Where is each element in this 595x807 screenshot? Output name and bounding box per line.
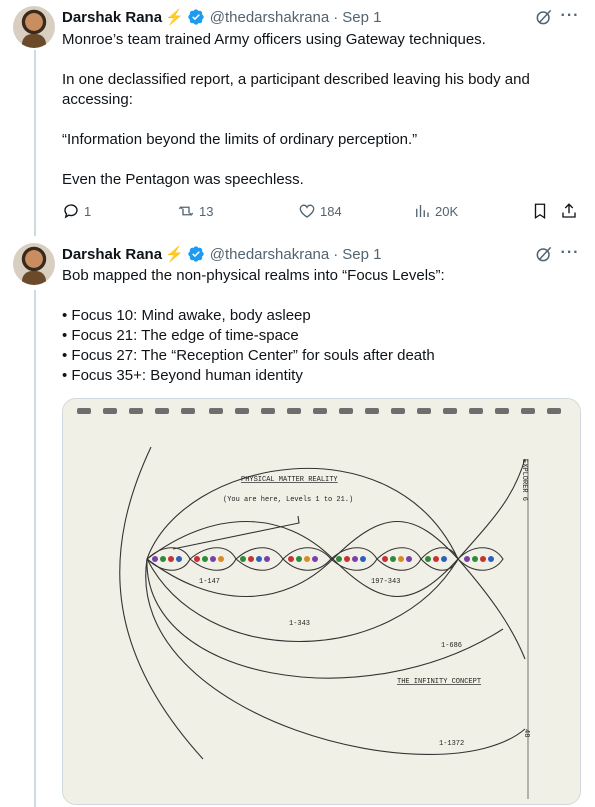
author-name[interactable]: Darshak Rana bbox=[62, 246, 162, 263]
repost-count: 13 bbox=[199, 203, 214, 219]
repost-button[interactable]: 13 bbox=[177, 201, 213, 221]
label-1-686: 1-686 bbox=[441, 642, 462, 650]
views-button[interactable]: 20K bbox=[413, 201, 458, 221]
share-button[interactable] bbox=[560, 201, 578, 221]
more-icon[interactable]: ··· bbox=[560, 243, 580, 263]
author-handle[interactable]: @thedarshakrana bbox=[210, 9, 329, 26]
page-number: 48 bbox=[522, 729, 530, 737]
focus-level-item: • Focus 21: The edge of time-space bbox=[62, 327, 299, 344]
tweet-date[interactable]: Sep 1 bbox=[342, 246, 381, 263]
infinity-concept-label: THE INFINITY CONCEPT bbox=[397, 678, 481, 686]
author-handle[interactable]: @thedarshakrana bbox=[210, 246, 329, 263]
label-197-343: 197-343 bbox=[371, 578, 400, 586]
tweet-paragraph: “Information beyond the limits of ordina… bbox=[62, 131, 418, 148]
infinity-concept-diagram: PHYSICAL MATTER REALITY (You are here, L… bbox=[63, 399, 580, 804]
tweet-date[interactable]: Sep 1 bbox=[342, 9, 381, 26]
focus-level-item: • Focus 10: Mind awake, body asleep bbox=[62, 307, 311, 324]
grok-icon[interactable] bbox=[534, 244, 554, 264]
bookmark-button[interactable] bbox=[531, 201, 549, 221]
views-count: 20K bbox=[435, 203, 459, 219]
tweet-image[interactable]: PHYSICAL MATTER REALITY (You are here, L… bbox=[62, 398, 581, 805]
focus-level-item: • Focus 27: The “Reception Center” for s… bbox=[62, 347, 435, 364]
tweet-text: Bob mapped the non-physical realms into … bbox=[62, 266, 577, 386]
lightning-bolt-icon: ⚡ bbox=[165, 246, 184, 263]
separator: · bbox=[333, 8, 339, 26]
like-count: 184 bbox=[320, 203, 342, 219]
avatar[interactable] bbox=[13, 243, 55, 285]
diagram-title: PHYSICAL MATTER REALITY bbox=[241, 476, 338, 484]
tweet-intro: Bob mapped the non-physical realms into … bbox=[62, 267, 445, 284]
label-1-1372: 1-1372 bbox=[439, 740, 464, 748]
share-icon bbox=[562, 203, 576, 218]
tweet-text: Monroe’s team trained Army officers usin… bbox=[62, 30, 577, 190]
bookmark-icon bbox=[534, 203, 546, 220]
label-1-343: 1-343 bbox=[289, 620, 310, 628]
views-icon bbox=[416, 205, 429, 217]
separator: · bbox=[333, 245, 339, 263]
reply-icon bbox=[64, 204, 78, 219]
explorer-side-title: EXPLORER 6 bbox=[520, 459, 528, 501]
focus-level-item: • Focus 35+: Beyond human identity bbox=[62, 367, 303, 384]
repost-icon bbox=[178, 206, 194, 216]
like-icon bbox=[299, 204, 315, 218]
more-icon[interactable]: ··· bbox=[560, 6, 580, 26]
lightning-bolt-icon: ⚡ bbox=[165, 9, 184, 26]
avatar[interactable] bbox=[13, 6, 55, 48]
thread-line bbox=[34, 50, 36, 236]
tweet-header: Darshak Rana ⚡ @thedarshakrana · Sep 1 bbox=[62, 7, 381, 27]
verified-badge-icon bbox=[188, 9, 204, 25]
like-button[interactable]: 184 bbox=[298, 201, 342, 221]
tweet-1[interactable]: Darshak Rana ⚡ @thedarshakrana · Sep 1 ·… bbox=[0, 0, 595, 236]
grok-icon[interactable] bbox=[534, 7, 554, 27]
label-1-147: 1-147 bbox=[199, 578, 220, 586]
diagram-subtitle: (You are here, Levels 1 to 21.) bbox=[223, 496, 353, 504]
thread-line bbox=[34, 290, 36, 807]
action-bar: 1 13 184 20K bbox=[62, 201, 582, 221]
verified-badge-icon bbox=[188, 246, 204, 262]
tweet-paragraph: Even the Pentagon was speechless. bbox=[62, 171, 304, 188]
tweet-header: Darshak Rana ⚡ @thedarshakrana · Sep 1 bbox=[62, 244, 381, 264]
author-name[interactable]: Darshak Rana bbox=[62, 9, 162, 26]
reply-button[interactable]: 1 bbox=[62, 201, 91, 221]
tweet-paragraph: In one declassified report, a participan… bbox=[62, 71, 530, 108]
tweet-paragraph: Monroe’s team trained Army officers usin… bbox=[62, 31, 486, 48]
reply-count: 1 bbox=[84, 203, 92, 219]
